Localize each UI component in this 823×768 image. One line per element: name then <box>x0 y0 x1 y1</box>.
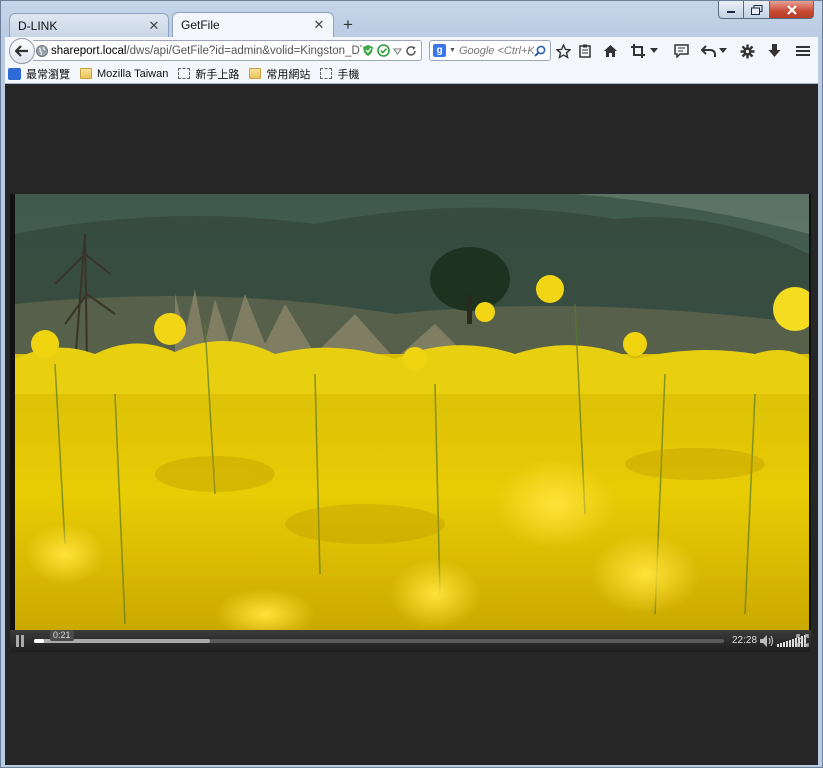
page-placeholder-icon <box>320 68 333 79</box>
gear-icon <box>740 44 754 58</box>
clipboard-icon <box>579 44 591 58</box>
pause-bar <box>21 635 24 647</box>
back-arrow-icon <box>15 45 28 57</box>
dropdown-arrow-icon <box>719 48 727 53</box>
star-icon <box>555 43 571 59</box>
bookmark-label: Mozilla Taiwan <box>97 67 169 80</box>
minimize-button[interactable] <box>718 1 744 19</box>
duration: 22:28 <box>732 635 758 646</box>
google-engine-icon[interactable]: g <box>433 44 446 57</box>
close-tab-icon[interactable]: ✕ <box>148 18 160 34</box>
close-tab-icon[interactable]: ✕ <box>313 17 325 33</box>
fullscreen-icon[interactable] <box>796 634 809 647</box>
url-text[interactable]: shareport.local/dws/api/GetFile?id=admin… <box>51 45 362 57</box>
tab-getfile[interactable]: GetFile ✕ <box>172 12 334 37</box>
bookmark-mozilla-taiwan[interactable]: Mozilla Taiwan <box>80 68 168 80</box>
played-progress <box>34 639 45 643</box>
bookmark-label: 最常瀏覽 <box>26 68 70 81</box>
window-caption-buttons <box>718 1 814 19</box>
page-content: 0:21 22:28 <box>5 84 818 765</box>
globe-icon <box>36 44 48 57</box>
url-bar[interactable]: shareport.local/dws/api/GetFile?id=admin… <box>33 40 422 61</box>
reload-icon[interactable] <box>405 45 417 57</box>
dropdown-arrow-icon <box>650 48 658 53</box>
bookmark-getting-started[interactable]: 新手上路 <box>178 66 239 82</box>
dropdown-arrow-icon[interactable] <box>393 47 402 55</box>
bookmarks-toolbar: 最常瀏覽 Mozilla Taiwan 新手上路 常用網站 手機 <box>5 64 818 84</box>
bookmark-label: 手機 <box>337 68 360 81</box>
bookmark-label: 常用網站 <box>266 68 311 81</box>
back-button[interactable] <box>9 38 35 64</box>
tab-label: D-LINK <box>18 18 58 33</box>
video-controls: 0:21 22:28 <box>10 630 811 652</box>
new-tab-button[interactable]: + <box>339 16 357 34</box>
folder-icon <box>249 68 262 79</box>
pause-button[interactable] <box>16 635 24 647</box>
pause-bar <box>16 635 19 647</box>
search-icon[interactable] <box>534 45 546 57</box>
tab-d-link[interactable]: D-LINK ✕ <box>9 13 169 37</box>
video-frame[interactable] <box>15 194 809 634</box>
most-visited-icon <box>8 67 21 80</box>
page-placeholder-icon <box>178 68 191 79</box>
browser-window: D-LINK ✕ GetFile ✕ + shareport.local/dws… <box>0 0 823 768</box>
url-host: shareport.local <box>51 44 127 57</box>
undo-arrow-icon <box>700 44 716 57</box>
engine-dropdown-icon[interactable]: ▼ <box>449 47 456 54</box>
bookmark-mobile[interactable]: 手機 <box>320 66 359 82</box>
tab-strip: D-LINK ✕ GetFile ✕ + <box>9 11 609 37</box>
speech-bubble-icon <box>673 44 689 58</box>
crop-icon <box>631 44 645 58</box>
hamburger-menu-icon <box>796 46 810 56</box>
crop-dropdown-button[interactable] <box>649 41 659 61</box>
bookmark-star-button[interactable] <box>553 41 573 61</box>
shield-icon[interactable] <box>362 44 374 57</box>
tab-label: GetFile <box>181 18 220 32</box>
volume-icon[interactable] <box>759 634 775 648</box>
url-path: /dws/api/GetFile?id=admin&volid=Kingston… <box>126 44 362 57</box>
downloads-button[interactable] <box>764 41 784 61</box>
search-placeholder: Google <Ctrl+K> <box>458 44 534 57</box>
video-player[interactable]: 0:21 22:28 <box>10 194 811 652</box>
close-window-button[interactable] <box>770 1 814 19</box>
check-circle-icon[interactable] <box>377 44 390 57</box>
crop-tool-button[interactable] <box>628 41 648 61</box>
menu-button[interactable] <box>793 41 813 61</box>
undo-button[interactable] <box>698 41 718 61</box>
navigation-toolbar: shareport.local/dws/api/GetFile?id=admin… <box>5 37 818 64</box>
download-arrow-icon <box>768 44 780 57</box>
bookmarks-menu-button[interactable] <box>575 41 595 61</box>
feedback-button[interactable] <box>671 41 691 61</box>
undo-dropdown-button[interactable] <box>718 41 728 61</box>
folder-icon <box>80 68 92 79</box>
bookmark-most-visited[interactable]: 最常瀏覽 <box>8 66 70 82</box>
home-button[interactable] <box>600 41 620 61</box>
maximize-button[interactable] <box>744 1 770 19</box>
addon-gear-button[interactable] <box>737 41 757 61</box>
search-bar[interactable]: g ▼ Google <Ctrl+K> <box>429 40 551 61</box>
bookmark-common-sites[interactable]: 常用網站 <box>249 66 310 82</box>
bookmark-label: 新手上路 <box>195 68 240 81</box>
home-icon <box>603 45 617 57</box>
seek-bar[interactable]: 0:21 <box>34 630 724 643</box>
current-time: 0:21 <box>50 630 74 641</box>
